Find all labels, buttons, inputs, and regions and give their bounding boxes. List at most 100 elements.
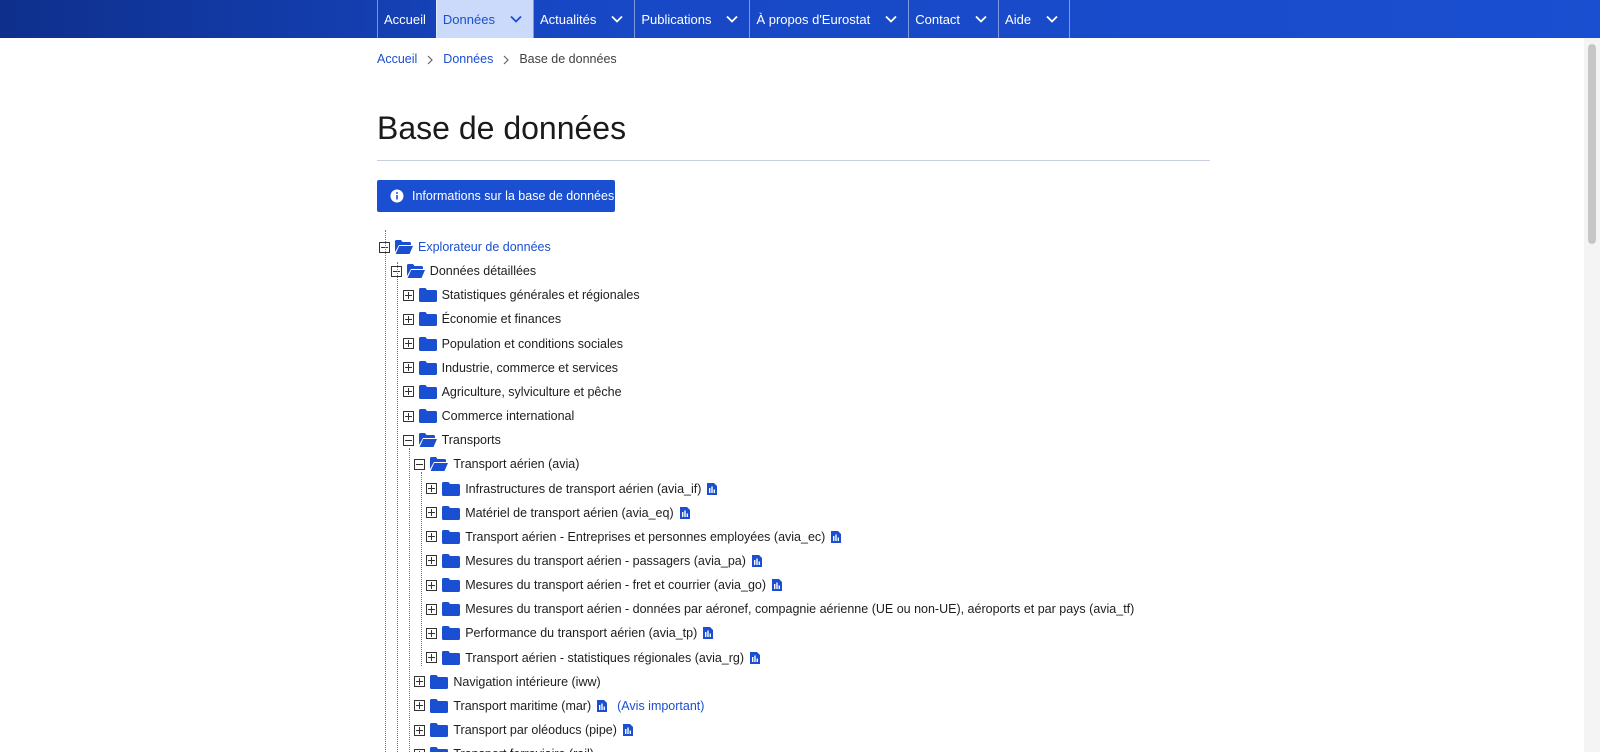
expand-icon[interactable] — [414, 748, 426, 752]
folder-icon — [442, 529, 461, 544]
tree-node-label[interactable]: Matériel de transport aérien (avia_eq) — [465, 506, 673, 520]
expand-icon[interactable] — [426, 507, 438, 519]
chevron-down-icon[interactable] — [884, 12, 898, 26]
metadata-document-icon[interactable] — [751, 554, 762, 567]
tree-node: Données détaillées — [390, 261, 536, 281]
folder-icon — [418, 360, 437, 375]
tree-node: Commerce international — [402, 406, 575, 426]
page-scrollbar[interactable] — [1584, 38, 1600, 752]
tree-node-label[interactable]: Transports — [442, 433, 501, 447]
expand-icon[interactable] — [402, 289, 414, 301]
expand-icon[interactable] — [426, 555, 438, 567]
expand-icon[interactable] — [402, 386, 414, 398]
chevron-down-icon[interactable] — [974, 12, 988, 26]
tree-node: Transport aérien - Entreprises et person… — [426, 527, 842, 547]
breadcrumb: Accueil Données Base de données — [377, 52, 617, 66]
tree-node-label[interactable]: Explorateur de données — [418, 240, 551, 254]
expand-icon[interactable] — [426, 627, 438, 639]
tree-node: Mesures du transport aérien - données pa… — [426, 599, 1134, 619]
nav-item-contact[interactable]: Contact — [908, 0, 998, 38]
metadata-document-icon[interactable] — [622, 724, 633, 736]
breadcrumb-home-link[interactable]: Accueil — [377, 52, 417, 66]
chevron-down-icon[interactable] — [1045, 12, 1059, 26]
folder-icon — [430, 723, 449, 737]
nav-item-label: Publications — [641, 11, 712, 27]
collapse-icon[interactable] — [402, 434, 414, 446]
tree-node-label[interactable]: Population et conditions sociales — [442, 337, 623, 351]
tree-node: Transport par oléoducs (pipe) — [414, 720, 633, 740]
important-notice-link[interactable]: (Avis important) — [617, 699, 704, 713]
expand-icon[interactable] — [402, 313, 414, 325]
expand-icon[interactable] — [402, 410, 414, 422]
expand-icon[interactable] — [426, 652, 438, 664]
tree-node-label[interactable]: Mesures du transport aérien - fret et co… — [465, 578, 766, 592]
database-info-button[interactable]: Informations sur la base de données — [377, 180, 615, 212]
tree-node: Transports — [402, 430, 501, 450]
nav-item-label: Contact — [915, 11, 961, 27]
expand-icon[interactable] — [414, 676, 426, 688]
tree-node-label[interactable]: Performance du transport aérien (avia_tp… — [465, 626, 697, 640]
chevron-down-icon[interactable] — [725, 12, 739, 26]
nav-item-accueil[interactable]: Accueil — [377, 0, 436, 38]
expand-icon[interactable] — [414, 700, 426, 712]
breadcrumb-data-link[interactable]: Données — [443, 52, 493, 66]
info-icon — [390, 189, 404, 203]
tree-node-label[interactable]: Données détaillées — [430, 264, 536, 278]
metadata-document-icon[interactable] — [703, 627, 714, 640]
folder-icon — [418, 409, 437, 424]
tree-node: Industrie, commerce et services — [402, 358, 618, 378]
chevron-down-icon[interactable] — [610, 12, 624, 26]
tree-node-label[interactable]: Infrastructures de transport aérien (avi… — [465, 482, 701, 496]
expand-icon[interactable] — [426, 483, 438, 494]
nav-item-label: À propos d'Eurostat — [756, 11, 871, 27]
folder-icon — [442, 578, 461, 593]
folder-icon — [418, 384, 437, 399]
metadata-document-icon[interactable] — [707, 482, 718, 495]
tree-node-label[interactable]: Statistiques générales et régionales — [442, 288, 640, 302]
expand-icon[interactable] — [426, 603, 438, 615]
folder-icon — [442, 481, 461, 496]
tree-node-label[interactable]: Transport maritime (mar) — [453, 699, 591, 713]
nav-item-actualites[interactable]: Actualités — [532, 0, 634, 38]
tree-node-label[interactable]: Transport aérien (avia) — [453, 457, 579, 471]
tree-node-label[interactable]: Mesures du transport aérien - passagers … — [465, 554, 746, 568]
metadata-document-icon[interactable] — [679, 506, 690, 519]
folder-icon — [442, 626, 461, 641]
tree-node-label[interactable]: Mesures du transport aérien - données pa… — [465, 602, 1134, 616]
tree-node: Agriculture, sylviculture et pêche — [402, 382, 622, 402]
scrollbar-thumb[interactable] — [1588, 44, 1596, 244]
folder-icon — [442, 602, 461, 617]
chevron-down-icon[interactable] — [509, 12, 523, 26]
folder-open-icon — [395, 240, 413, 254]
tree-node-label[interactable]: Économie et finances — [442, 312, 562, 326]
metadata-document-icon[interactable] — [772, 579, 783, 592]
tree-node-label[interactable]: Commerce international — [442, 409, 575, 423]
expand-icon[interactable] — [414, 724, 426, 736]
expand-icon[interactable] — [402, 362, 414, 374]
metadata-document-icon[interactable] — [750, 651, 761, 664]
title-divider — [377, 160, 1210, 161]
tree-node-label[interactable]: Navigation intérieure (iww) — [453, 675, 600, 689]
tree-node: Mesures du transport aérien - passagers … — [426, 551, 762, 571]
tree-node-label[interactable]: Transport par oléoducs (pipe) — [453, 723, 617, 737]
tree-node: Infrastructures de transport aérien (avi… — [426, 479, 718, 499]
expand-icon[interactable] — [426, 531, 438, 543]
expand-icon[interactable] — [426, 579, 438, 591]
metadata-document-icon[interactable] — [597, 699, 608, 712]
tree-node-label[interactable]: Transport aérien - statistiques régional… — [465, 651, 744, 665]
expand-icon[interactable] — [402, 338, 414, 350]
tree-node: Transport aérien - statistiques régional… — [426, 648, 761, 668]
tree-node-label[interactable]: Industrie, commerce et services — [442, 361, 618, 375]
nav-item-label: Accueil — [384, 11, 426, 27]
nav-item-publications[interactable]: Publications — [634, 0, 749, 38]
tree-node-label[interactable]: Transport aérien - Entreprises et person… — [465, 530, 825, 544]
collapse-icon[interactable] — [414, 458, 426, 470]
tree-node-label[interactable]: Agriculture, sylviculture et pêche — [442, 385, 622, 399]
nav-item-aide[interactable]: Aide — [998, 0, 1071, 38]
nav-item-donnees[interactable]: Données — [435, 0, 533, 38]
nav-item-a-propos-d-eurostat[interactable]: À propos d'Eurostat — [749, 0, 908, 38]
folder-open-icon — [430, 457, 449, 472]
tree-node-label[interactable]: Transport ferroviaire (rail) — [453, 747, 594, 752]
metadata-document-icon[interactable] — [831, 530, 842, 543]
tree-node: Explorateur de données — [379, 237, 551, 257]
